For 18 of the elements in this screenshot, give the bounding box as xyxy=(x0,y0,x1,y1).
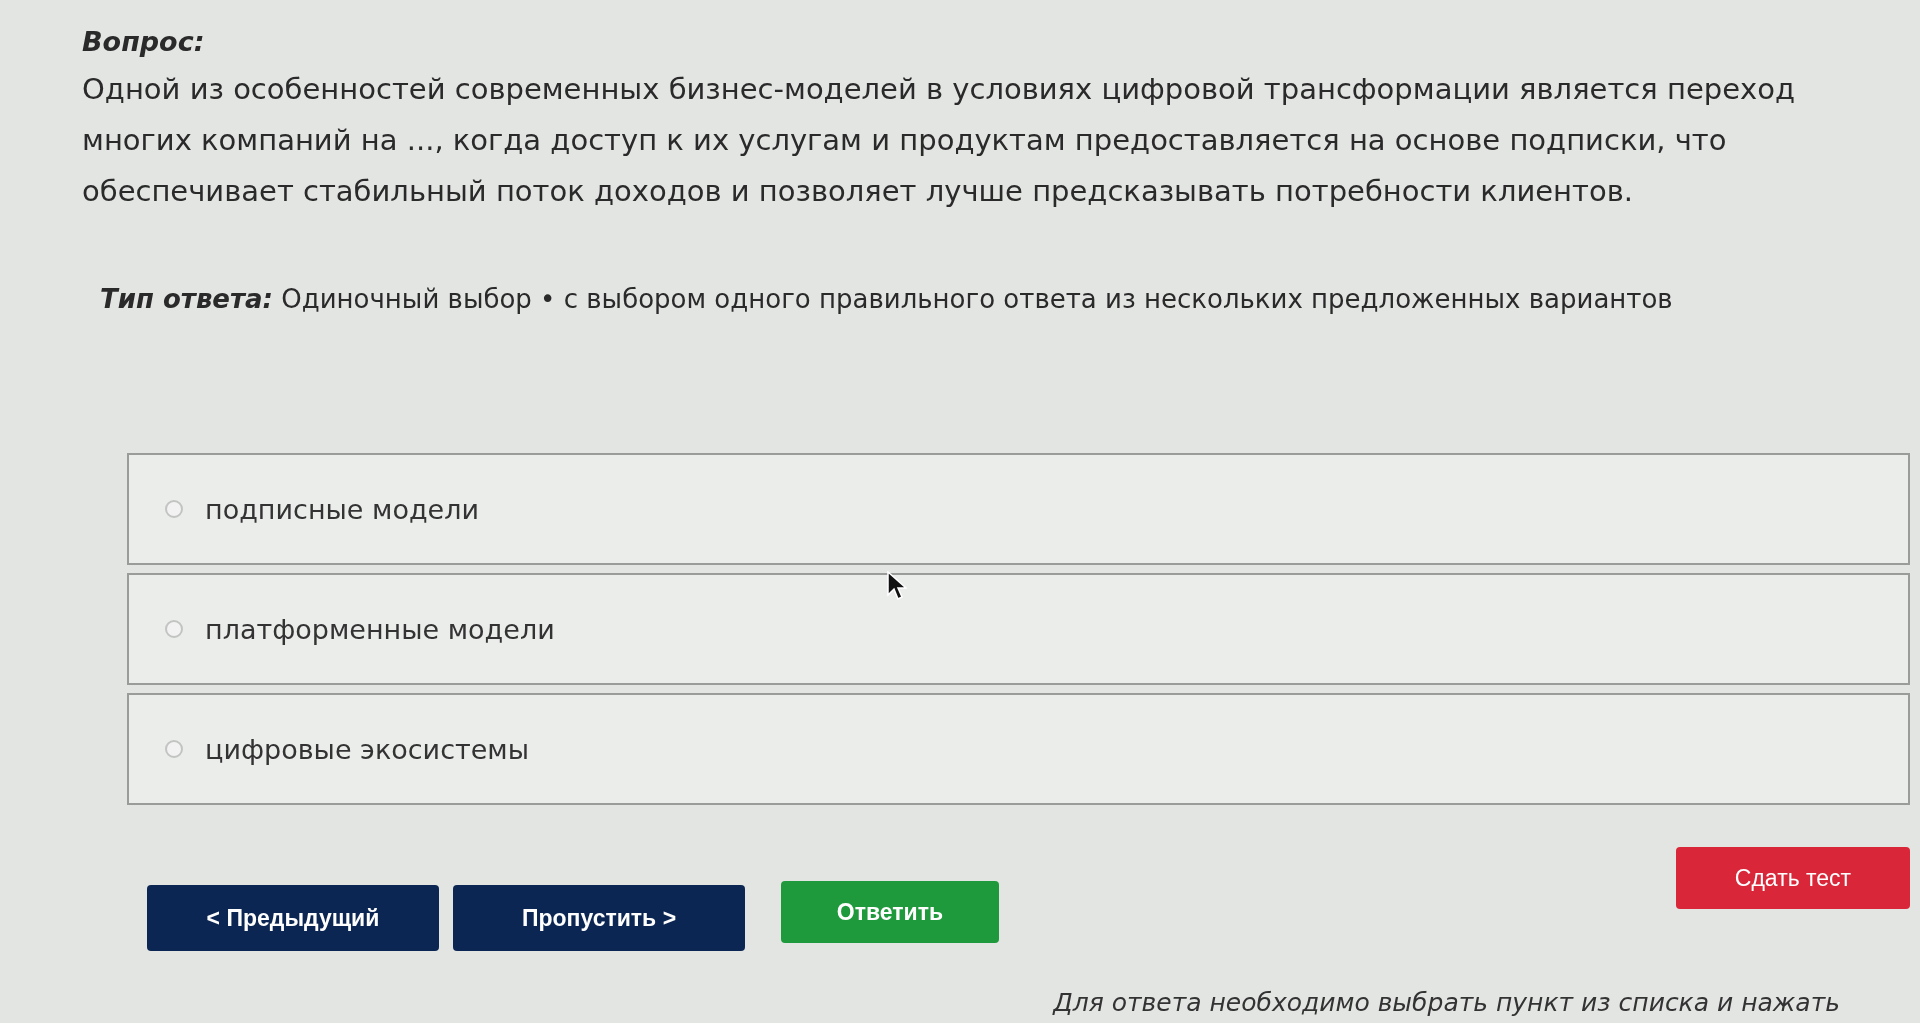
question-label: Вопрос: xyxy=(82,25,205,59)
option-label: подписные модели xyxy=(205,493,480,525)
answer-option[interactable]: цифровые экосистемы xyxy=(127,693,1910,805)
finish-test-button[interactable]: Сдать тест xyxy=(1676,847,1910,909)
hint-text: Для ответа необходимо выбрать пункт из списка и нажать xyxy=(1053,988,1840,1017)
answer-option[interactable]: платформенные модели xyxy=(127,573,1910,685)
answer-button[interactable]: Ответить xyxy=(781,881,999,943)
option-label: цифровые экосистемы xyxy=(205,733,529,765)
radio-button[interactable] xyxy=(165,740,183,758)
answer-option[interactable]: подписные модели xyxy=(127,453,1910,565)
radio-button[interactable] xyxy=(165,620,183,638)
nav-button[interactable]: < Предыдущий xyxy=(147,885,439,951)
option-label: платформенные модели xyxy=(205,613,555,645)
answer-type-text: Тип ответа: Одиночный выбор • с выбором одного правильного ответа из нескольких предложенных вариантов xyxy=(100,283,1673,316)
radio-button[interactable] xyxy=(165,500,183,518)
question-text: Одной из особенностей современных бизнес-моделей в условиях цифровой трансформации является переход многих компаний на ..., когда доступ к их услугам и продуктам предоставляется на основе подписки, что обеспечивает стабильный поток доходов и позволяет лучше предсказывать потребности клиентов. xyxy=(82,71,1796,210)
cursor-icon xyxy=(887,571,907,601)
nav-button[interactable]: Пропустить > xyxy=(453,885,745,951)
